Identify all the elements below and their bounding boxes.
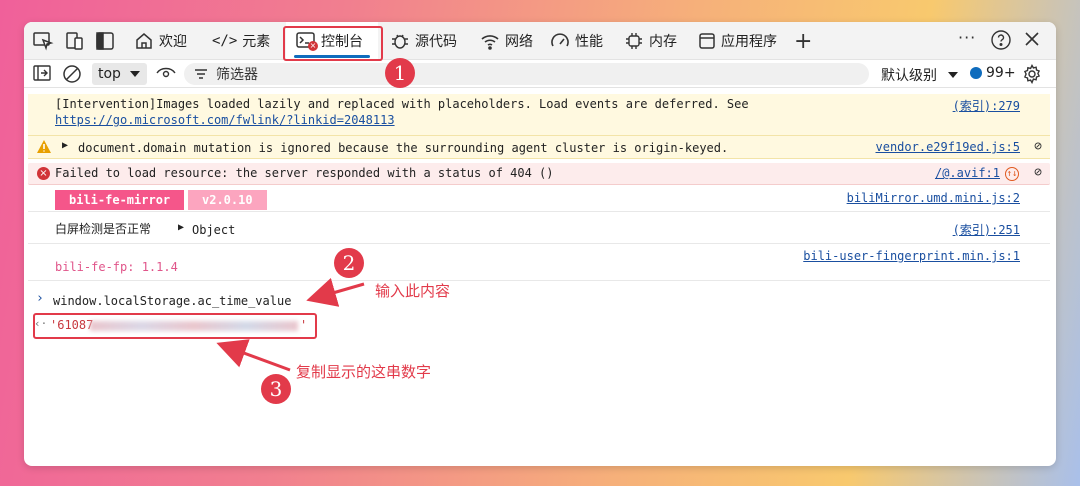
arrow-to-input — [306, 277, 365, 307]
annotation-arrows — [216, 277, 365, 372]
arrow-to-result — [216, 339, 291, 372]
